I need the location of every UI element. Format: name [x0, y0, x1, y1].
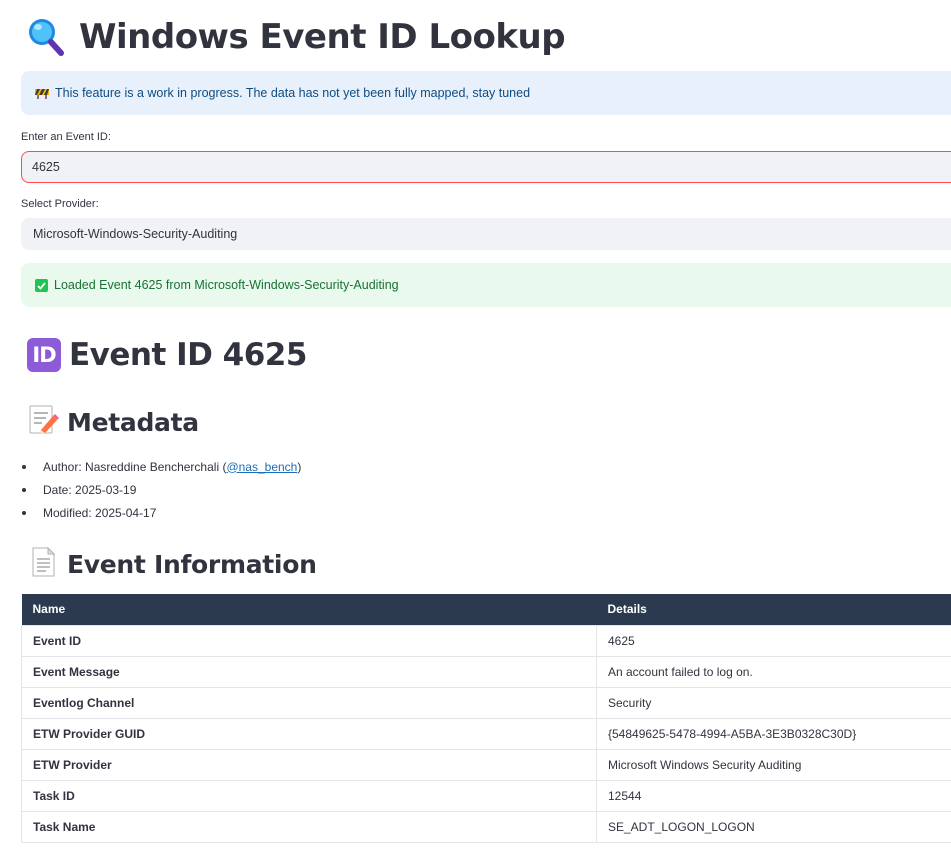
- check-mark-icon: [35, 278, 48, 292]
- row-details: 4625: [596, 624, 951, 657]
- id-badge-icon: ID: [27, 338, 61, 372]
- bullet-icon: [22, 464, 26, 469]
- row-details: SE_ADT_LOGON_LOGON: [596, 810, 951, 843]
- row-name: Eventlog Channel: [21, 686, 597, 719]
- metadata-list: Author: Nasreddine Bencherchali (@nas_be…: [21, 455, 301, 524]
- row-details: {54849625-5478-4994-A5BA-3E3B0328C30D}: [596, 717, 951, 750]
- metadata-heading: Metadata: [27, 404, 199, 441]
- magnifying-glass-icon: [23, 14, 69, 60]
- provider-label: Select Provider:: [21, 198, 99, 210]
- info-banner: This feature is a work in progress. The …: [21, 71, 951, 115]
- row-name: Task ID: [21, 779, 597, 812]
- author-suffix: ): [297, 459, 302, 474]
- info-banner-text: This feature is a work in progress. The …: [55, 86, 531, 100]
- row-details: Microsoft Windows Security Auditing: [596, 748, 951, 781]
- provider-select[interactable]: Microsoft-Windows-Security-Auditing: [21, 218, 951, 250]
- table-row: Eventlog Channel Security: [21, 686, 951, 719]
- event-id-input[interactable]: [21, 151, 951, 183]
- column-header-details: Details: [596, 594, 951, 625]
- row-name: Event Message: [21, 655, 597, 688]
- row-details: Security: [596, 686, 951, 719]
- row-name: ETW Provider: [21, 748, 597, 781]
- table-header-row: Name Details: [21, 594, 951, 625]
- metadata-modified: Modified: 2025-04-17: [43, 505, 157, 520]
- event-heading: ID Event ID 4625: [27, 337, 307, 373]
- success-banner-text: Loaded Event 4625 from Microsoft-Windows…: [54, 278, 399, 292]
- table-row: ETW Provider GUID {54849625-5478-4994-A5…: [21, 717, 951, 750]
- table-row: Event ID 4625: [21, 624, 951, 657]
- table-row: Event Message An account failed to log o…: [21, 655, 951, 688]
- list-item: Modified: 2025-04-17: [21, 501, 301, 524]
- event-information-title: Event Information: [67, 550, 317, 579]
- table-row: Task Name SE_ADT_LOGON_LOGON: [21, 810, 951, 843]
- event-id-label: Enter an Event ID:: [21, 131, 111, 143]
- author-prefix: Author: Nasreddine Bencherchali (: [43, 459, 227, 474]
- row-name: ETW Provider GUID: [21, 717, 597, 750]
- bullet-icon: [22, 510, 26, 515]
- bullet-icon: [22, 487, 26, 492]
- row-details: An account failed to log on.: [596, 655, 951, 688]
- page-header: Windows Event ID Lookup: [23, 14, 566, 60]
- metadata-date: Date: 2025-03-19: [43, 482, 137, 497]
- column-header-name: Name: [21, 594, 597, 625]
- event-information-heading: Event Information: [27, 546, 317, 583]
- event-info-table: Name Details Event ID 4625 Event Message…: [21, 594, 951, 843]
- list-item: Date: 2025-03-19: [21, 478, 301, 501]
- row-name: Event ID: [21, 624, 597, 657]
- row-details: 12544: [596, 779, 951, 812]
- success-banner: Loaded Event 4625 from Microsoft-Windows…: [21, 263, 951, 307]
- memo-icon: [27, 404, 59, 441]
- provider-select-value: Microsoft-Windows-Security-Auditing: [33, 227, 238, 241]
- table-row: Task ID 12544: [21, 779, 951, 812]
- page-icon: [27, 546, 59, 583]
- event-title: Event ID 4625: [69, 337, 307, 373]
- author-link[interactable]: @nas_bench: [226, 460, 297, 474]
- table-row: ETW Provider Microsoft Windows Security …: [21, 748, 951, 781]
- metadata-title: Metadata: [67, 408, 199, 437]
- row-name: Task Name: [21, 810, 597, 843]
- list-item: Author: Nasreddine Bencherchali (@nas_be…: [21, 455, 301, 478]
- page-title: Windows Event ID Lookup: [79, 17, 566, 57]
- construction-icon: [35, 87, 49, 99]
